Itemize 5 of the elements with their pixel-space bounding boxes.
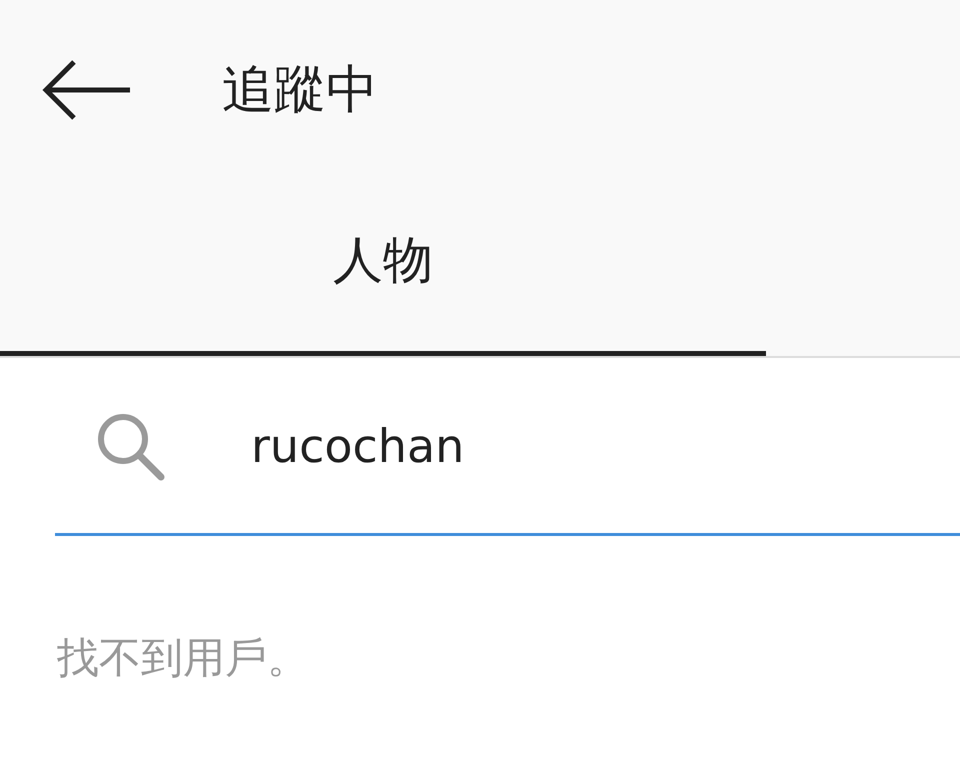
tab[interactable]: 人物 bbox=[0, 180, 766, 356]
back-arrow-icon bbox=[40, 58, 132, 122]
search-field[interactable]: rucochan bbox=[251, 406, 905, 486]
page-title: 追蹤中 bbox=[222, 59, 378, 122]
empty-result-message: 找不到用戶。 bbox=[57, 632, 310, 684]
